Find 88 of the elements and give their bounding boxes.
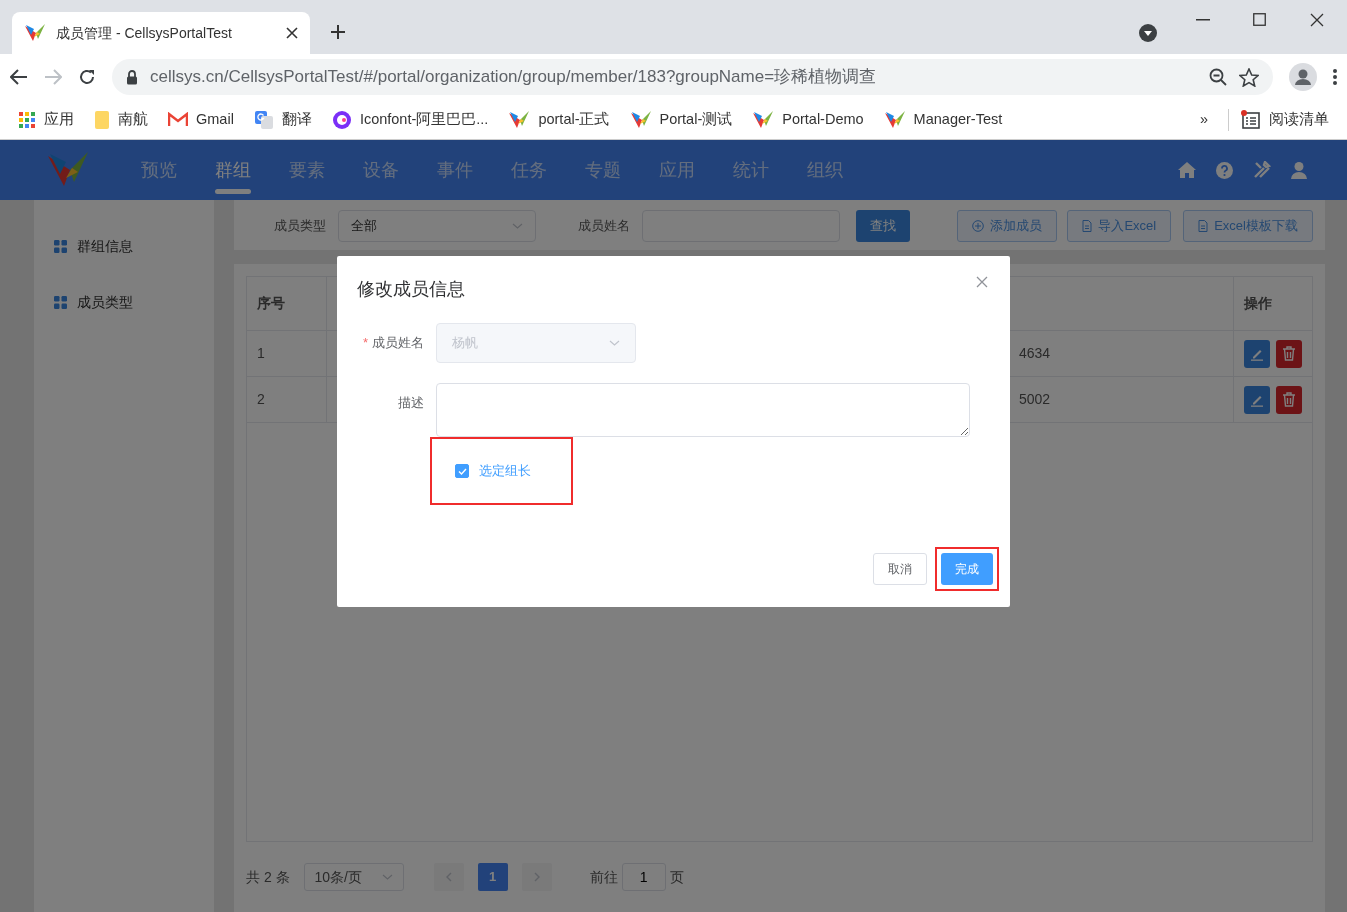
column-header: 序号 — [247, 277, 327, 330]
grid-icon — [54, 239, 67, 253]
column-header: 操作 — [1243, 294, 1273, 313]
template-download-button[interactable]: Excel模板下载 — [1183, 210, 1313, 242]
apps-grid-icon[interactable] — [18, 110, 36, 129]
cancel-button[interactable]: 取消 — [873, 553, 927, 585]
field-label: * 成员姓名 — [361, 334, 425, 352]
page-button[interactable]: 1 — [477, 863, 508, 891]
bookmark[interactable]: 翻译 — [253, 108, 312, 131]
folder-icon — [94, 109, 110, 130]
goto-label: 前往 — [589, 867, 618, 887]
leader-checkbox[interactable]: 选定组长 — [432, 439, 571, 503]
url-text: cellsys.cn/CellsysPortalTest/#/portal/organization/group/member/183?groupName=珍稀植物调查 — [150, 66, 878, 89]
import-excel-button[interactable]: 导入Excel — [1067, 210, 1172, 242]
bookmark[interactable]: Iconfont-阿里巴巴... — [331, 108, 489, 131]
total-count: 共 2 条 — [246, 867, 290, 887]
bookmark[interactable]: Manager-Test — [883, 108, 1003, 131]
trash-icon — [1282, 392, 1296, 407]
grid-icon — [54, 295, 67, 309]
edit-button[interactable] — [1244, 385, 1270, 414]
description-field[interactable] — [436, 383, 970, 437]
document-icon — [1082, 220, 1093, 232]
document-icon — [1198, 220, 1209, 232]
reload-icon[interactable] — [78, 68, 96, 86]
chevron-right-icon — [533, 872, 540, 882]
chevron-down-icon — [609, 340, 620, 346]
swirl-icon — [331, 109, 352, 130]
plus-icon[interactable] — [330, 24, 346, 40]
tab-title: 成员管理 - CellsysPortalTest — [56, 23, 233, 43]
add-member-button[interactable]: 添加成员 — [957, 210, 1058, 242]
bookmark[interactable]: Portal-Demo — [752, 108, 864, 131]
field-label: 成员类型 — [274, 217, 326, 235]
dialog-title: 修改成员信息 — [357, 278, 465, 301]
logo-icon — [508, 109, 531, 130]
checkmark-icon — [457, 467, 467, 475]
bookmark[interactable]: Gmail — [168, 108, 234, 131]
plus-circle-icon — [972, 220, 985, 232]
lock-icon — [126, 69, 138, 85]
chevron-down-icon — [512, 223, 523, 229]
home-icon[interactable] — [1178, 162, 1196, 178]
search-button[interactable]: 查找 — [856, 210, 910, 242]
logo-icon — [24, 23, 46, 43]
chevron-down-icon — [381, 874, 393, 880]
trash-icon — [1282, 346, 1296, 361]
goto-page-field[interactable]: 1 — [621, 863, 666, 891]
reading-list[interactable]: 阅读清单 — [1241, 108, 1329, 131]
minimize-icon[interactable] — [1196, 19, 1210, 21]
forward-icon — [44, 69, 62, 85]
chevron-left-icon — [445, 872, 452, 882]
bookmark[interactable]: 南航 — [94, 108, 148, 131]
member-type-select[interactable]: 全部 — [338, 210, 536, 242]
table-cell: 1 — [247, 331, 327, 376]
bookmark[interactable]: portal-正式 — [508, 108, 610, 131]
help-icon[interactable] — [1216, 161, 1233, 179]
translate-icon — [253, 109, 274, 130]
zoom-out-icon[interactable] — [1209, 68, 1227, 86]
done-button[interactable]: 完成 — [941, 553, 993, 585]
user-icon[interactable] — [1291, 161, 1307, 179]
delete-button[interactable] — [1276, 339, 1302, 368]
menu-icon[interactable] — [1333, 69, 1337, 85]
logo-icon — [752, 109, 775, 130]
more-bookmarks[interactable]: » — [1199, 108, 1208, 131]
profile-icon[interactable] — [1289, 63, 1317, 91]
close-icon[interactable] — [1310, 13, 1324, 27]
field-label: 描述 — [397, 394, 425, 412]
edit-button[interactable] — [1244, 339, 1270, 368]
sidebar-item[interactable]: 成员类型 — [34, 274, 214, 330]
browser-tab[interactable]: 成员管理 - CellsysPortalTest — [12, 12, 310, 54]
bookmark[interactable]: 应用 — [18, 108, 74, 131]
back-icon[interactable] — [10, 69, 28, 85]
delete-button[interactable] — [1276, 385, 1302, 414]
bookmark[interactable]: Portal-测试 — [629, 108, 733, 131]
star-icon[interactable] — [1239, 67, 1259, 87]
tab-search-icon[interactable] — [1139, 24, 1157, 42]
nav-tab[interactable]: 群组 — [196, 140, 270, 200]
field-label: 成员姓名 — [578, 217, 630, 235]
page-size-select[interactable]: 10条/页 — [303, 863, 404, 891]
close-icon[interactable] — [286, 27, 298, 39]
maximize-icon[interactable] — [1253, 13, 1266, 26]
list-icon — [1241, 109, 1261, 130]
mail-icon — [168, 112, 188, 127]
logo-icon — [629, 109, 652, 130]
sidebar-item[interactable]: 群组信息 — [34, 218, 214, 274]
logo-icon — [883, 109, 906, 130]
page-suffix: 页 — [669, 867, 684, 887]
table-cell: 2 — [247, 377, 327, 422]
tools-icon[interactable] — [1253, 161, 1271, 179]
address-bar[interactable]: cellsys.cn/CellsysPortalTest/#/portal/organization/group/member/183?groupName=珍稀植物调查 — [112, 59, 1273, 95]
